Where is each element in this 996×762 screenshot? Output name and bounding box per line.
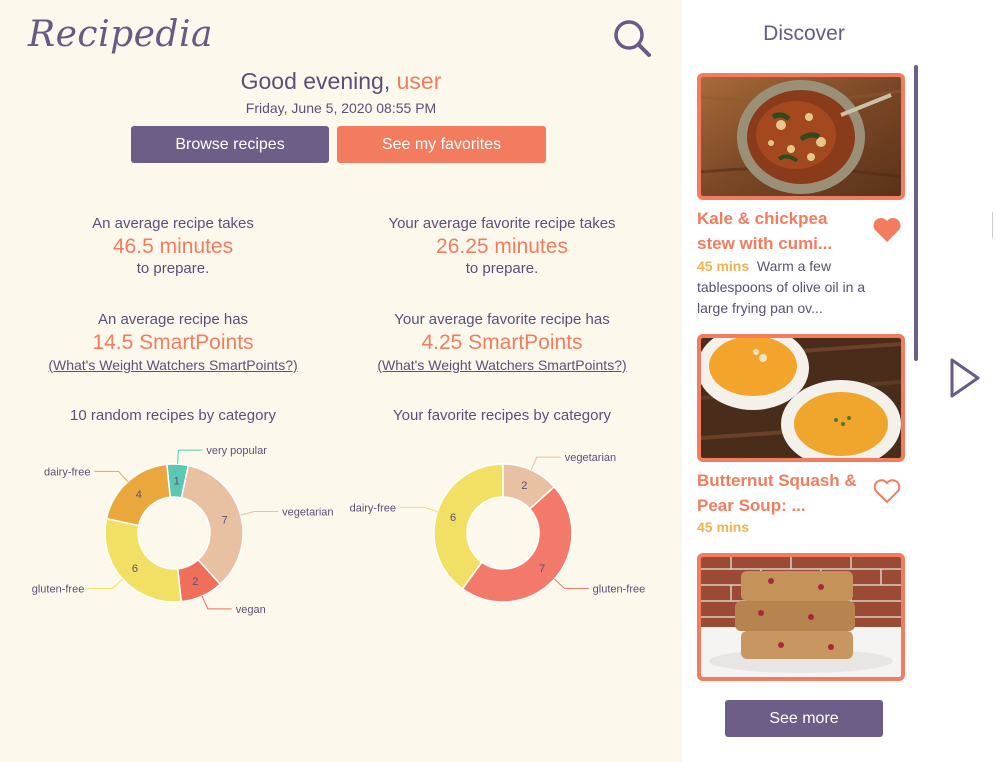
avg-time-value: 46.5 minutes: [112, 235, 234, 258]
see-more-button[interactable]: See more: [725, 700, 883, 737]
slice-leader-line: [553, 578, 589, 590]
avg-points-value: 14.5 SmartPoints: [92, 331, 254, 354]
recipe-summary: 45 mins: [697, 517, 897, 538]
favorite-category-donut-chart: 2 vegetarian 7 gluten-free 6 dairy-free: [350, 452, 646, 603]
slice-category-label: dairy-free: [350, 502, 396, 514]
slice-category-label: very popular: [206, 445, 267, 457]
recipe-time: 45 mins: [697, 258, 750, 274]
main-panel: Recipedia Good evening, user Friday, Jun…: [0, 0, 682, 762]
slice-value-label: 4: [136, 489, 142, 501]
granola-bar-photo: [701, 557, 901, 677]
smartpoints-link[interactable]: (What's Weight Watchers SmartPoints?): [13, 356, 333, 374]
next-arrow-icon[interactable]: [946, 356, 982, 400]
user-name: user: [396, 68, 442, 94]
recipe-image[interactable]: [697, 73, 905, 200]
recipe-image[interactable]: [697, 553, 905, 681]
browse-recipes-button[interactable]: Browse recipes: [131, 126, 329, 163]
avg-points-label: An average recipe has: [97, 311, 249, 328]
greeting: Good evening, user: [0, 68, 682, 95]
slice-value-label: 2: [192, 576, 198, 588]
fav-time-value: 26.25 minutes: [436, 235, 568, 258]
recipe-title[interactable]: Kale & chickpea stew with cumi...: [697, 206, 865, 256]
panel-edge-divider: [992, 212, 996, 238]
avg-time-stat: An average recipe takes 46.5 minutes to …: [13, 215, 333, 278]
slice-leader-line: [88, 578, 124, 590]
slice-value-label: 7: [222, 514, 228, 526]
discover-title: Discover: [763, 22, 845, 45]
random-chart-title: 10 random recipes by category: [70, 407, 276, 424]
slice-category-label: vegan: [236, 604, 266, 616]
slice-leader-line: [240, 511, 279, 516]
avg-time-suffix: to prepare.: [136, 260, 210, 277]
see-favorites-button[interactable]: See my favorites: [337, 126, 546, 163]
slice-value-label: 1: [174, 476, 180, 488]
discover-panel: Discover Kale & chickpea stew with cumi.…: [682, 0, 996, 762]
fav-time-label: Your average favorite recipe takes: [388, 215, 616, 232]
slice-leader-line: [400, 506, 438, 513]
greeting-prefix: Good evening,: [240, 68, 397, 94]
stew-photo: [701, 77, 901, 196]
slice-category-label: dairy-free: [44, 466, 90, 478]
slice-category-label: vegetarian: [565, 452, 616, 464]
heart-outline-icon[interactable]: [872, 477, 902, 505]
fav-points-stat: Your average favorite recipe has 4.25 Sm…: [342, 311, 662, 374]
recipe-time: 45 mins: [697, 519, 750, 535]
current-date: Friday, June 5, 2020 08:55 PM: [245, 100, 437, 116]
slice-category-label: gluten-free: [32, 584, 85, 596]
avg-time-label: An average recipe takes: [92, 215, 254, 232]
favorite-chart-title: Your favorite recipes by category: [393, 407, 611, 424]
slice-value-label: 6: [132, 563, 138, 575]
slice-leader-line: [177, 449, 203, 465]
smartpoints-link[interactable]: (What's Weight Watchers SmartPoints?): [342, 356, 662, 374]
fav-time-suffix: to prepare.: [465, 260, 539, 277]
fav-time-stat: Your average favorite recipe takes 26.25…: [342, 215, 662, 278]
slice-category-label: gluten-free: [593, 584, 646, 596]
slice-category-label: vegetarian: [282, 507, 333, 519]
recipe-title[interactable]: Butternut Squash & Pear Soup: ...: [697, 468, 865, 518]
heart-filled-icon[interactable]: [872, 216, 902, 244]
slice-value-label: 6: [450, 512, 456, 524]
slice-value-label: 7: [539, 563, 545, 575]
recipe-image[interactable]: [697, 334, 905, 462]
search-icon[interactable]: [612, 18, 652, 58]
slice-leader-line: [530, 456, 561, 471]
app-logo[interactable]: Recipedia: [28, 14, 213, 55]
random-category-donut-chart: 1 very popular 7 vegetarian 2 vegan 6 gluten-fr…: [32, 445, 334, 616]
fav-points-label: Your average favorite recipe has: [394, 311, 610, 328]
donut-slice[interactable]: [104, 517, 183, 603]
avg-points-stat: An average recipe has 14.5 SmartPoints (…: [13, 311, 333, 374]
slice-value-label: 2: [521, 480, 527, 492]
scrollbar[interactable]: [914, 65, 918, 361]
soup-photo: [701, 338, 901, 458]
slice-leader-line: [201, 595, 232, 610]
slice-leader-line: [94, 470, 129, 483]
recipe-summary: 45 mins Warm a few tablespoons of olive …: [697, 256, 897, 319]
fav-points-value: 4.25 SmartPoints: [421, 331, 583, 354]
